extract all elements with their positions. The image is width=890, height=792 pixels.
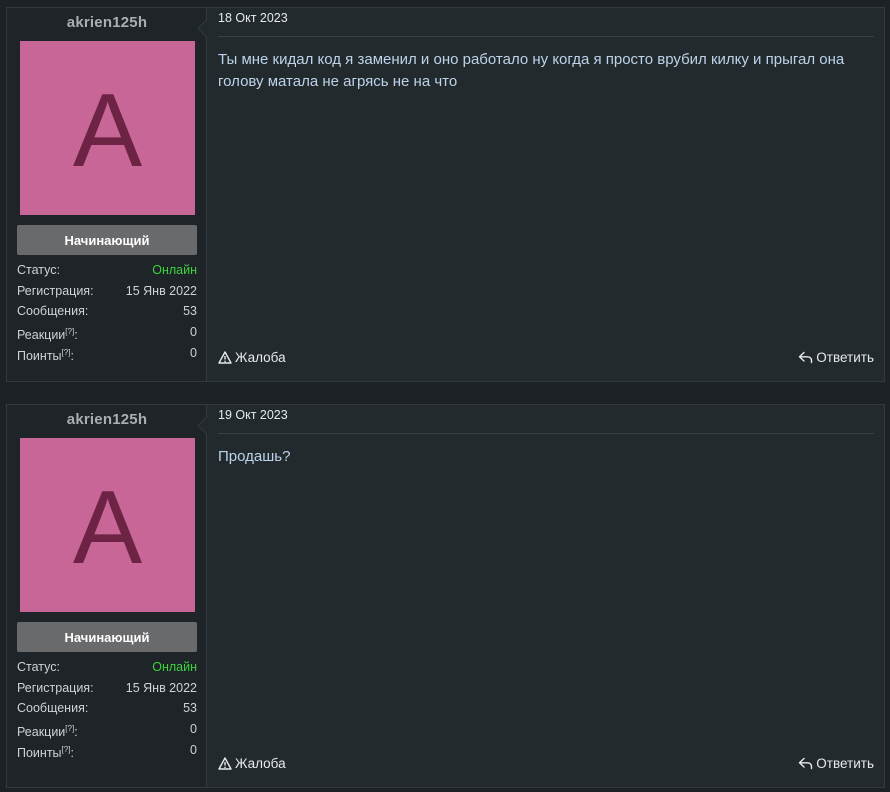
stat-points-value: 0 [190,345,197,360]
stat-reactions-label: Реакции [17,725,66,740]
avatar[interactable]: A [20,438,195,612]
warning-triangle-icon [218,756,232,770]
stat-status-value: Онлайн [152,263,197,277]
stat-registration: Регистрация: 15 Янв 2022 [17,678,197,699]
post-divider [218,433,874,434]
stat-reactions-label: Реакции [17,328,66,343]
stat-registration-value: 15 Янв 2022 [125,283,197,298]
user-info-panel: akrien125h A Начинающий Статус: Онлайн Р… [7,8,207,381]
reply-label: Ответить [816,755,874,771]
stat-registration: Регистрация: 15 Янв 2022 [17,281,197,302]
username[interactable]: akrien125h [7,14,207,31]
reactions-help-link[interactable]: [?] [65,724,74,733]
stat-reactions-colon: : [74,328,78,343]
stat-points-label-wrap: Поинты[?]: [17,740,74,761]
post-message: Ты мне кидал код я заменил и оно работал… [218,51,845,90]
stat-messages: Сообщения: 53 [17,698,197,719]
post-actions: Жалоба Ответить [218,754,874,772]
reply-arrow-icon [799,351,813,363]
post-date[interactable]: 19 Окт 2023 [218,408,288,422]
stat-messages-label: Сообщения: [17,304,89,319]
stat-points-label-wrap: Поинты[?]: [17,343,74,364]
post-body: 18 Окт 2023 Ты мне кидал код я заменил и… [207,8,884,381]
report-button[interactable]: Жалоба [218,350,286,365]
post-divider [218,36,874,37]
reply-button[interactable]: Ответить [798,350,874,365]
stat-points-label: Поинты [17,348,62,363]
stat-registration-label: Регистрация: [17,680,94,695]
user-stats: Статус: Онлайн Регистрация: 15 Янв 2022 … [17,260,197,363]
stat-reactions-label-wrap: Реакции[?]: [17,322,78,343]
thread: akrien125h A Начинающий Статус: Онлайн Р… [0,0,890,792]
stat-messages-value: 53 [183,701,197,716]
stat-points-colon: : [70,348,74,363]
stat-reactions-colon: : [74,725,78,740]
stat-status: Статус: Онлайн [17,657,197,678]
stat-status-label: Статус: [17,660,60,674]
post-body: 19 Окт 2023 Продашь? Жалоба Ответить [207,405,884,787]
stat-points-colon: : [70,745,74,760]
post: akrien125h A Начинающий Статус: Онлайн Р… [6,7,885,382]
stat-status-value: Онлайн [152,660,197,674]
username[interactable]: akrien125h [7,411,207,428]
stat-messages-label: Сообщения: [17,701,89,716]
stat-registration-value: 15 Янв 2022 [125,680,197,695]
stat-messages-value: 53 [183,304,197,319]
stat-points-label: Поинты [17,745,62,760]
stat-registration-label: Регистрация: [17,283,94,298]
stat-points-value: 0 [190,742,197,757]
report-button[interactable]: Жалоба [218,756,286,771]
avatar[interactable]: A [20,41,195,215]
reply-arrow-icon [799,757,813,769]
user-stats: Статус: Онлайн Регистрация: 15 Янв 2022 … [17,657,197,760]
stat-reactions-label-wrap: Реакции[?]: [17,719,78,740]
reply-label: Ответить [816,349,874,365]
avatar-letter: A [72,470,143,586]
stat-reactions: Реакции[?]: 0 [17,322,197,343]
report-label: Жалоба [235,349,286,365]
warning-triangle-icon [218,350,232,364]
stat-points: Поинты[?]: 0 [17,740,197,761]
stat-reactions-value: 0 [190,325,197,340]
post-message: Продашь? [218,448,291,465]
stat-reactions: Реакции[?]: 0 [17,719,197,740]
user-info-panel: akrien125h A Начинающий Статус: Онлайн Р… [7,405,207,787]
stat-reactions-value: 0 [190,722,197,737]
avatar-letter: A [72,73,143,189]
user-rank-badge: Начинающий [17,622,197,652]
report-label: Жалоба [235,755,286,771]
post: akrien125h A Начинающий Статус: Онлайн Р… [6,404,885,788]
reply-button[interactable]: Ответить [798,756,874,771]
post-date[interactable]: 18 Окт 2023 [218,11,288,25]
user-rank-badge: Начинающий [17,225,197,255]
stat-status: Статус: Онлайн [17,260,197,281]
stat-messages: Сообщения: 53 [17,301,197,322]
stat-status-label: Статус: [17,263,60,277]
post-actions: Жалоба Ответить [218,348,874,366]
stat-points: Поинты[?]: 0 [17,343,197,364]
reactions-help-link[interactable]: [?] [65,327,74,336]
